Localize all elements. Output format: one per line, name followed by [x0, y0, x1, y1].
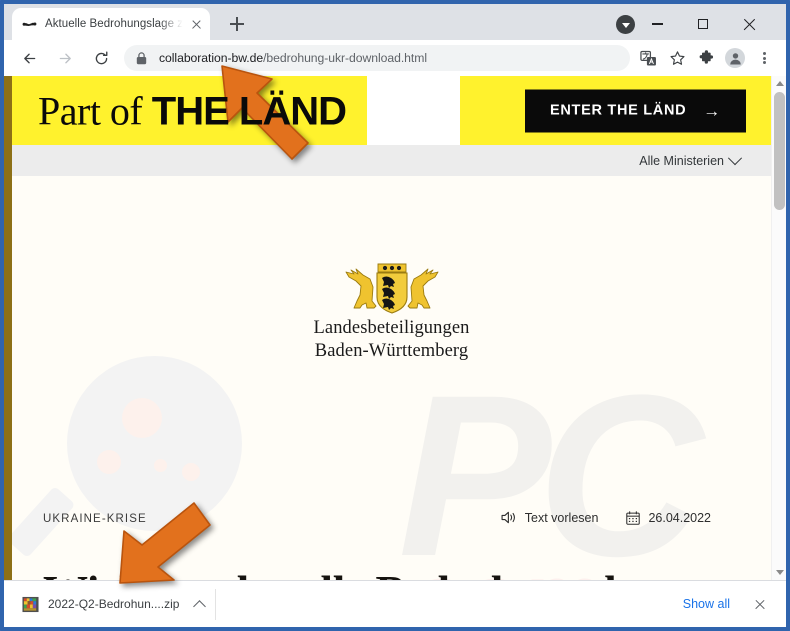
download-item[interactable]: 2022-Q2-Bedrohun....zip — [16, 589, 214, 620]
banner-text-bold: THE LÄND — [151, 89, 347, 133]
watermark-dot — [154, 459, 167, 472]
download-menu-caret-icon[interactable] — [194, 598, 206, 610]
enter-the-laend-label: ENTER THE LÄND — [550, 102, 687, 119]
browser-toolbar: collaboration-bw.de/bedrohung-ukr-downlo… — [4, 40, 786, 76]
translate-icon[interactable] — [634, 44, 662, 72]
enter-the-laend-button[interactable]: ENTER THE LÄND → — [525, 89, 746, 132]
url-path: /bedrohung-ukr-download.html — [263, 51, 427, 65]
scrollbar-thumb[interactable] — [774, 92, 785, 210]
chevron-down-icon — [727, 150, 743, 165]
laend-banner: Part of THE LÄND ENTER THE LÄND → — [12, 76, 771, 145]
shelf-divider — [215, 589, 216, 620]
institution-name-line2: Baden-Württemberg — [314, 341, 469, 362]
article-date: 26.04.2022 — [626, 511, 711, 525]
extensions-puzzle-icon[interactable] — [692, 44, 720, 72]
shelf-actions: Show all — [669, 590, 774, 618]
kebab-menu-icon — [756, 50, 772, 66]
avatar — [725, 48, 745, 68]
ministries-bar: Alle Ministerien — [12, 145, 771, 176]
tab-close-icon[interactable] — [188, 16, 204, 32]
scroll-up-button[interactable] — [772, 76, 786, 91]
browser-menu-button[interactable] — [750, 44, 778, 72]
text-vorlesen-label: Text vorlesen — [524, 510, 599, 525]
institution-name-line1: Landesbeteiligungen — [313, 318, 470, 338]
tab-strip: Aktuelle Bedrohungslage zur Ukr — [4, 4, 786, 40]
chevron-down-icon — [621, 22, 630, 28]
shelf-close-button[interactable] — [746, 590, 774, 618]
article-date-label: 26.04.2022 — [648, 510, 711, 525]
maximize-icon — [698, 19, 708, 29]
profile-chip-icon[interactable] — [616, 15, 635, 34]
profile-avatar-button[interactable] — [721, 44, 749, 72]
address-bar-url: collaboration-bw.de/bedrohung-ukr-downlo… — [159, 51, 427, 65]
arrow-right-icon — [59, 53, 71, 63]
watermark-dot — [182, 463, 200, 481]
download-file-name: 2022-Q2-Bedrohun....zip — [48, 597, 180, 611]
show-all-downloads-button[interactable]: Show all — [669, 590, 744, 618]
vertical-scrollbar[interactable] — [771, 76, 786, 580]
zip-archive-icon — [22, 596, 39, 612]
forward-button[interactable] — [50, 43, 80, 73]
minimize-icon — [651, 23, 663, 25]
lock-icon — [136, 51, 150, 65]
back-button[interactable] — [14, 43, 44, 73]
new-tab-button[interactable] — [226, 13, 248, 35]
watermark-pc: PC — [398, 347, 703, 581]
address-bar[interactable]: collaboration-bw.de/bedrohung-ukr-downlo… — [124, 45, 630, 71]
alle-ministerien-label: Alle Ministerien — [639, 153, 724, 168]
caret-down-icon — [775, 570, 784, 575]
arrow-right-icon: → — [703, 101, 721, 120]
text-vorlesen-button[interactable]: Text vorlesen — [501, 510, 599, 525]
banner-text-light: Part of — [38, 88, 152, 133]
banner-wordmark: Part of THE LÄND — [38, 87, 347, 134]
caret-up-icon — [775, 81, 784, 86]
alle-ministerien-dropdown[interactable]: Alle Ministerien — [639, 150, 743, 168]
page-viewport: Part of THE LÄND ENTER THE LÄND → Alle M… — [4, 76, 786, 580]
window-maximize-button[interactable] — [680, 8, 726, 40]
article-meta: Text vorlesen 26.04.2022 — [501, 510, 711, 525]
calendar-icon — [626, 510, 641, 525]
institution-logo: Landesbeteiligungen Baden-Württemberg — [12, 261, 771, 364]
browser-window: Aktuelle Bedrohungslage zur Ukr — [0, 0, 790, 631]
tab-title: Aktuelle Bedrohungslage zur Ukr — [45, 18, 184, 30]
url-host: collaboration-bw.de — [159, 51, 264, 65]
watermark-magnifier — [67, 356, 242, 531]
reload-icon — [95, 51, 107, 64]
article-kicker: UKRAINE-KRISE — [43, 513, 147, 525]
page-left-accent-stripe — [4, 76, 12, 580]
browser-tab[interactable]: Aktuelle Bedrohungslage zur Ukr — [12, 8, 210, 40]
scroll-down-button[interactable] — [772, 565, 786, 580]
watermark-dot — [97, 450, 121, 474]
window-close-button[interactable] — [726, 8, 772, 40]
reload-button[interactable] — [86, 43, 116, 73]
article-headline: Wichtig, aktuelle Bedrohungslage zur — [43, 563, 743, 580]
close-icon — [743, 18, 756, 31]
watermark-dot — [122, 398, 162, 438]
bookmark-star-icon[interactable] — [663, 44, 691, 72]
speaker-icon — [501, 511, 515, 524]
baden-wuerttemberg-coat-of-arms — [345, 263, 438, 314]
arrow-left-icon — [23, 53, 35, 63]
download-shelf: 2022-Q2-Bedrohun....zip Show all — [4, 580, 786, 627]
page-content: PC com — [12, 176, 771, 580]
banner-notch — [367, 76, 460, 145]
site-favicon — [21, 16, 37, 32]
window-minimize-button[interactable] — [634, 8, 680, 40]
